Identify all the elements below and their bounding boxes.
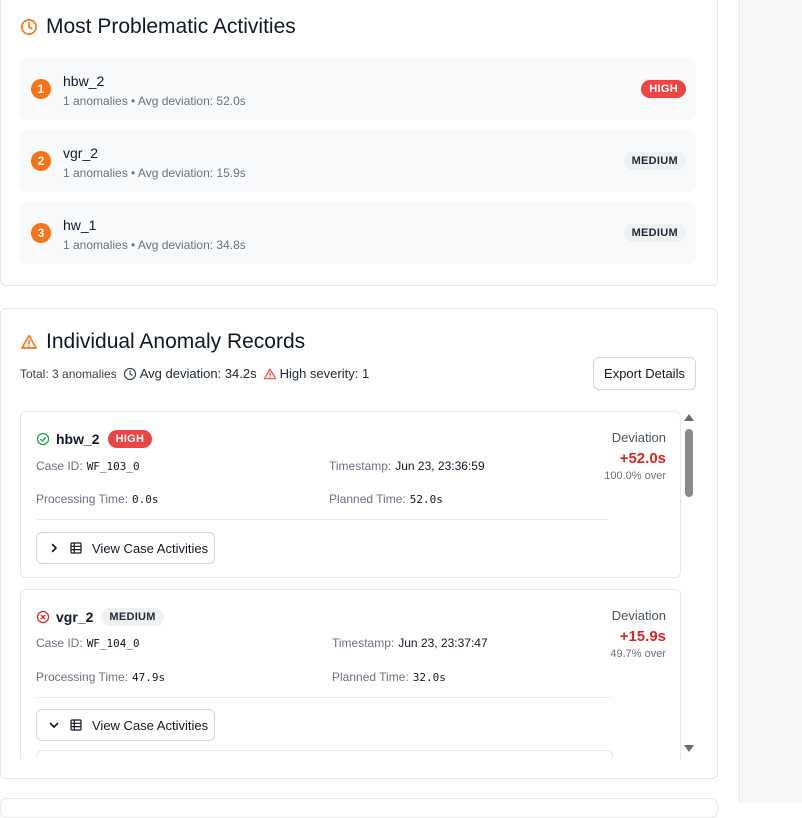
section-heading: Most Problematic Activities <box>46 15 296 38</box>
table-icon <box>70 542 82 554</box>
check-circle-icon <box>36 432 50 446</box>
clock-icon <box>21 19 37 35</box>
rank-badge: 2 <box>31 151 51 171</box>
activity-meta: 1 anomalies • Avg deviation: 15.9s <box>63 166 246 180</box>
avg-deviation-summary: Avg deviation: 34.2s <box>139 366 257 381</box>
field-label: Planned Time: <box>329 492 406 506</box>
timestamp-value: Jun 23, 23:36:59 <box>395 459 485 473</box>
view-case-activities-label: View Case Activities <box>92 540 209 556</box>
processing-time-field: Processing Time: 0.0s <box>36 492 159 506</box>
planned-time-field: Planned Time: 32.0s <box>332 670 446 684</box>
severity-badge: HIGH <box>641 80 686 98</box>
activity-name: hbw_2 <box>63 73 105 89</box>
problematic-activities-card: Most Problematic Activities 1 hbw_2 1 an… <box>0 0 718 286</box>
anomaly-record: vgr_2 MEDIUM Case ID: WF_104_0 Timestamp:… <box>20 589 681 759</box>
deviation-percent: 100.0% over <box>604 470 666 482</box>
record-activity-name: vgr_2 <box>56 609 94 625</box>
warning-triangle-icon <box>21 334 37 349</box>
records-scrollbar[interactable] <box>683 411 695 759</box>
export-details-button[interactable]: Export Details <box>593 357 696 390</box>
deviation-value: +15.9s <box>619 628 666 645</box>
table-icon <box>70 719 82 731</box>
view-case-activities-button[interactable]: View Case Activities <box>36 709 215 741</box>
anomaly-records-card: Individual Anomaly Records Total: 3 anom… <box>0 308 718 779</box>
activity-meta: 1 anomalies • Avg deviation: 34.8s <box>63 238 246 252</box>
scroll-up-arrow-icon[interactable] <box>684 414 694 421</box>
deviation-percent: 49.7% over <box>610 648 666 660</box>
chevron-down-icon <box>49 722 59 728</box>
field-label: Processing Time: <box>36 670 129 684</box>
processing-time-value: 0.0s <box>132 493 159 506</box>
deviation-label: Deviation <box>611 430 666 445</box>
anomaly-record-list: hbw_2 HIGH Case ID: WF_103_0 Timestamp: Ju… <box>20 411 696 759</box>
activity-name: vgr_2 <box>63 145 99 161</box>
field-label: Planned Time: <box>332 670 409 684</box>
record-divider <box>36 519 608 520</box>
severity-badge: HIGH <box>107 430 153 448</box>
record-divider <box>36 697 613 698</box>
activity-name: hw_1 <box>63 217 97 233</box>
deviation-label: Deviation <box>611 608 666 623</box>
records-summary: Total: 3 anomalies Avg deviation: 34.2s … <box>20 366 369 381</box>
record-activity-name: hbw_2 <box>56 431 100 447</box>
high-severity-summary: High severity: 1 <box>279 366 370 381</box>
rank-badge: 3 <box>31 223 51 243</box>
right-side-panel <box>739 0 802 803</box>
problematic-activity-row[interactable]: 2 vgr_2 1 anomalies • Avg deviation: 15.… <box>20 130 696 192</box>
field-label: Case ID: <box>36 636 83 650</box>
case-id-value: WF_104_0 <box>86 637 140 650</box>
field-label: Timestamp: <box>332 636 395 650</box>
processing-time-field: Processing Time: 47.9s <box>36 670 165 684</box>
deviation-value: +52.0s <box>619 450 666 467</box>
case-activities-panel <box>36 750 613 759</box>
planned-time-value: 32.0s <box>412 671 446 684</box>
total-anomalies: Total: 3 anomalies <box>20 366 117 381</box>
rank-badge: 1 <box>31 79 51 99</box>
case-id-value: WF_103_0 <box>86 460 140 473</box>
warning-triangle-icon <box>263 367 276 379</box>
field-label: Timestamp: <box>329 459 392 473</box>
processing-time-value: 47.9s <box>132 671 166 684</box>
view-case-activities-label: View Case Activities <box>92 717 209 733</box>
timestamp-field: Timestamp: Jun 23, 23:37:47 <box>332 636 488 650</box>
clock-icon <box>123 367 136 380</box>
case-id-field: Case ID: WF_103_0 <box>36 459 140 473</box>
problematic-activity-row[interactable]: 1 hbw_2 1 anomalies • Avg deviation: 52.… <box>20 58 696 120</box>
problematic-activity-row[interactable]: 3 hw_1 1 anomalies • Avg deviation: 34.8… <box>20 202 696 264</box>
chevron-right-icon <box>51 543 57 553</box>
record-header: vgr_2 MEDIUM <box>36 608 164 626</box>
timestamp-value: Jun 23, 23:37:47 <box>398 636 488 650</box>
view-case-activities-button[interactable]: View Case Activities <box>36 532 215 564</box>
anomaly-records-title: Individual Anomaly Records <box>20 330 305 354</box>
next-card <box>0 798 718 818</box>
planned-time-field: Planned Time: 52.0s <box>329 492 443 506</box>
field-label: Processing Time: <box>36 492 129 506</box>
scroll-down-arrow-icon[interactable] <box>684 745 694 752</box>
section-heading: Individual Anomaly Records <box>46 330 306 353</box>
severity-badge: MEDIUM <box>623 152 686 170</box>
scrollbar-thumb[interactable] <box>685 429 693 497</box>
x-circle-icon <box>36 610 50 624</box>
field-label: Case ID: <box>36 459 83 473</box>
severity-badge: MEDIUM <box>623 224 686 242</box>
planned-time-value: 52.0s <box>409 493 443 506</box>
activity-meta: 1 anomalies • Avg deviation: 52.0s <box>63 94 246 108</box>
record-header: hbw_2 HIGH <box>36 430 153 448</box>
anomaly-record: hbw_2 HIGH Case ID: WF_103_0 Timestamp: Ju… <box>20 411 681 578</box>
case-id-field: Case ID: WF_104_0 <box>36 636 140 650</box>
timestamp-field: Timestamp: Jun 23, 23:36:59 <box>329 459 485 473</box>
problematic-activities-title: Most Problematic Activities <box>20 15 296 39</box>
severity-badge: MEDIUM <box>101 608 164 626</box>
